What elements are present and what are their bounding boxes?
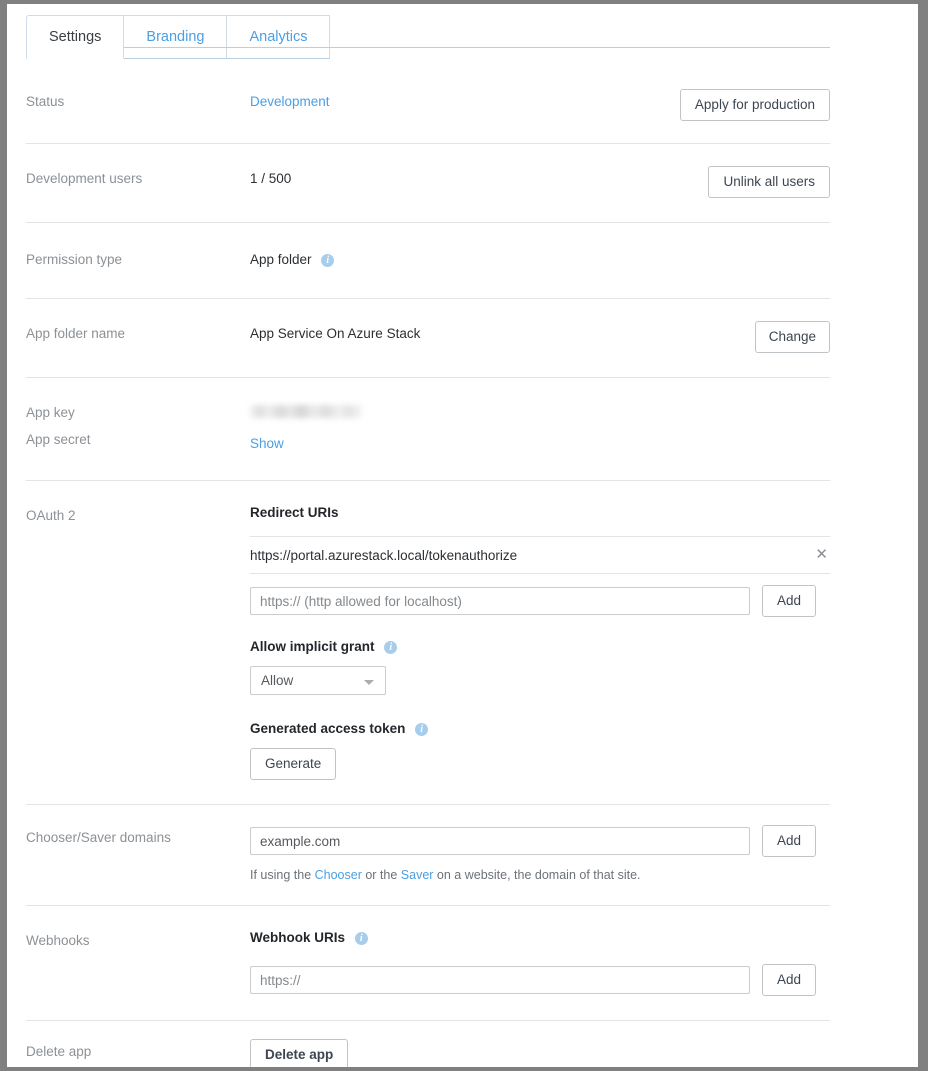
saver-link[interactable]: Saver bbox=[401, 868, 434, 882]
info-icon[interactable]: i bbox=[355, 932, 368, 945]
close-icon[interactable]: ✕ bbox=[813, 548, 830, 562]
info-icon[interactable]: i bbox=[321, 254, 334, 267]
row-status-label: Status bbox=[26, 89, 250, 111]
tab-settings[interactable]: Settings bbox=[26, 15, 124, 59]
chevron-down-icon bbox=[364, 680, 374, 685]
app-secret-show-link[interactable]: Show bbox=[250, 434, 830, 454]
row-delete-app-label: Delete app bbox=[26, 1039, 250, 1061]
row-webhooks: Webhooks Webhook URIs i Add bbox=[26, 905, 830, 1020]
tab-analytics-label: Analytics bbox=[249, 29, 307, 45]
tab-settings-label: Settings bbox=[49, 29, 101, 45]
row-development-users-label: Development users bbox=[26, 166, 250, 188]
development-users-value: 1 / 500 bbox=[250, 166, 696, 189]
tab-analytics[interactable]: Analytics bbox=[226, 15, 330, 59]
implicit-grant-title: Allow implicit grant bbox=[250, 639, 375, 654]
chooser-link[interactable]: Chooser bbox=[315, 868, 362, 882]
row-delete-app: Delete app Delete app bbox=[26, 1020, 830, 1067]
tab-bar-rule bbox=[26, 47, 830, 48]
chooser-saver-domain-input[interactable] bbox=[250, 827, 750, 855]
app-key-label: App key bbox=[26, 405, 75, 420]
chooser-saver-add-button[interactable]: Add bbox=[762, 825, 816, 857]
access-token-title: Generated access token bbox=[250, 721, 405, 736]
redirect-uri-add-button[interactable]: Add bbox=[762, 585, 816, 617]
hint-text-mid: or the bbox=[362, 868, 401, 882]
implicit-grant-select-wrap: Allow bbox=[250, 666, 830, 695]
access-token-title-wrap: Generated access token i bbox=[250, 719, 830, 736]
row-webhooks-label: Webhooks bbox=[26, 928, 250, 950]
change-button[interactable]: Change bbox=[755, 321, 830, 353]
row-oauth2-label: OAuth 2 bbox=[26, 503, 250, 525]
row-permission-type-label: Permission type bbox=[26, 247, 250, 269]
redirect-uri-row: https://portal.azurestack.local/tokenaut… bbox=[250, 536, 830, 574]
apply-for-production-button[interactable]: Apply for production bbox=[680, 89, 830, 121]
hint-text-pre: If using the bbox=[250, 868, 315, 882]
info-icon[interactable]: i bbox=[415, 723, 428, 736]
tab-branding[interactable]: Branding bbox=[123, 15, 227, 59]
info-icon[interactable]: i bbox=[384, 641, 397, 654]
webhook-input-line: Add bbox=[250, 964, 830, 996]
row-status: Status Development Apply for production bbox=[26, 59, 830, 143]
webhook-uri-input[interactable] bbox=[250, 966, 750, 994]
row-app-folder-name-label: App folder name bbox=[26, 321, 250, 343]
tab-branding-label: Branding bbox=[146, 29, 204, 45]
redacted-app-key bbox=[250, 405, 362, 418]
chooser-saver-input-line: Add bbox=[250, 825, 830, 857]
tab-bar: Settings Branding Analytics bbox=[26, 4, 830, 59]
redirect-uri-add-line: Add bbox=[250, 585, 830, 617]
permission-type-value-wrap: App folder i bbox=[250, 247, 830, 270]
webhook-uris-title-wrap: Webhook URIs i bbox=[250, 928, 830, 945]
unlink-all-users-button[interactable]: Unlink all users bbox=[708, 166, 830, 198]
row-development-users: Development users 1 / 500 Unlink all use… bbox=[26, 143, 830, 222]
status-value[interactable]: Development bbox=[250, 89, 668, 112]
row-oauth2: OAuth 2 Redirect URIs https://portal.azu… bbox=[26, 480, 830, 804]
generate-token-button[interactable]: Generate bbox=[250, 748, 336, 780]
app-key-value-redacted bbox=[250, 400, 830, 423]
settings-content: Status Development Apply for production … bbox=[26, 59, 830, 1067]
webhook-add-button[interactable]: Add bbox=[762, 964, 816, 996]
row-app-folder-name: App folder name App Service On Azure Sta… bbox=[26, 298, 830, 377]
row-chooser-saver-label: Chooser/Saver domains bbox=[26, 825, 250, 847]
permission-type-value: App folder bbox=[250, 252, 312, 267]
app-settings-window: Settings Branding Analytics Status Devel… bbox=[7, 4, 918, 1067]
row-app-key-label: App key App secret bbox=[26, 400, 250, 449]
webhook-uris-title: Webhook URIs bbox=[250, 930, 345, 945]
row-chooser-saver-domains: Chooser/Saver domains Add If using the C… bbox=[26, 804, 830, 905]
redirect-uri-value: https://portal.azurestack.local/tokenaut… bbox=[250, 548, 517, 563]
row-app-key-secret: App key App secret Show bbox=[26, 377, 830, 480]
app-folder-name-value: App Service On Azure Stack bbox=[250, 321, 743, 344]
row-permission-type: Permission type App folder i bbox=[26, 222, 830, 298]
hint-text-post: on a website, the domain of that site. bbox=[433, 868, 640, 882]
delete-app-button[interactable]: Delete app bbox=[250, 1039, 348, 1067]
implicit-grant-select[interactable]: Allow bbox=[250, 666, 386, 695]
chooser-saver-hint: If using the Chooser or the Saver on a w… bbox=[250, 867, 830, 883]
redirect-uris-title: Redirect URIs bbox=[250, 503, 830, 520]
redirect-uri-input[interactable] bbox=[250, 587, 750, 615]
app-secret-label: App secret bbox=[26, 431, 250, 449]
implicit-grant-title-wrap: Allow implicit grant i bbox=[250, 637, 830, 654]
implicit-grant-selected-value: Allow bbox=[261, 667, 293, 695]
